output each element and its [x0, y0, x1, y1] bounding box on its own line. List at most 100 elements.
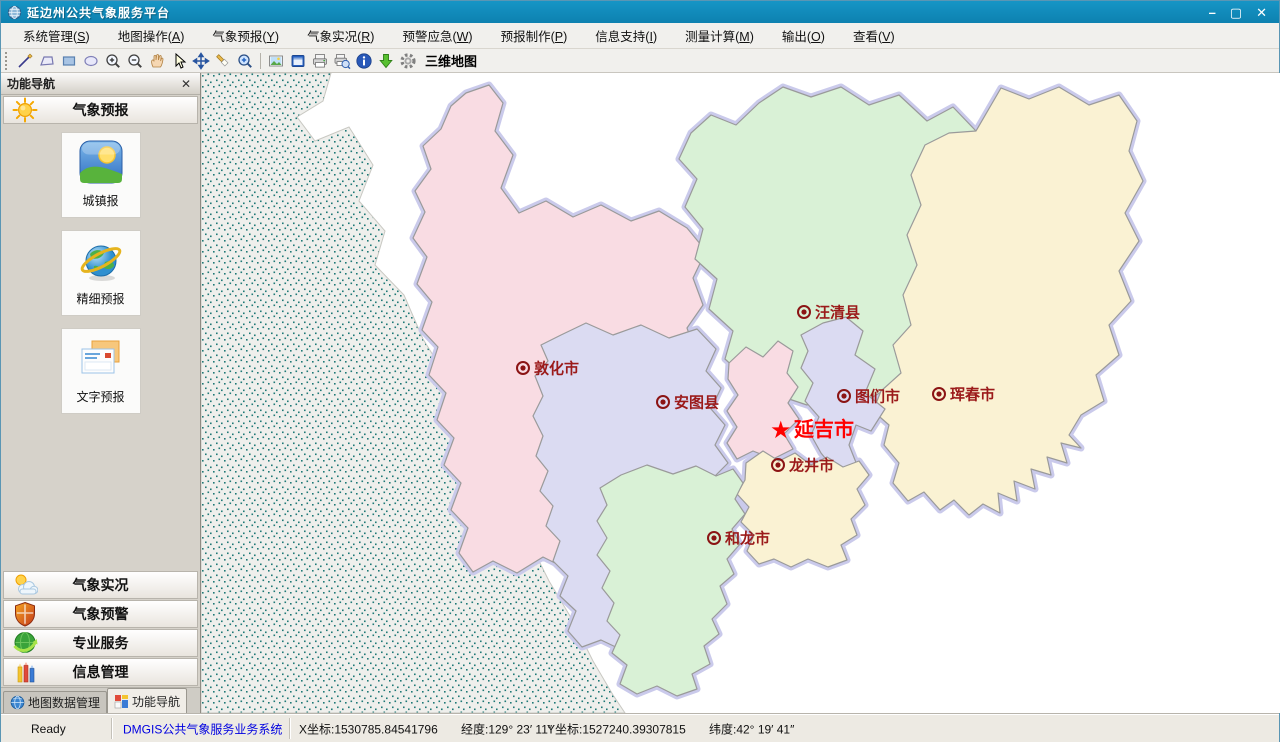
polygon-icon[interactable] — [36, 51, 58, 71]
zoom-in-icon[interactable] — [102, 51, 124, 71]
city-label: 珲春市 — [950, 386, 995, 404]
window-title: 延边州公共气象服务平台 — [27, 4, 1209, 21]
title-bar: 延边州公共气象服务平台 – ▢ ✕ — [1, 1, 1279, 23]
status-x-coordinate: X坐标:1530785.84541796 — [299, 720, 438, 737]
status-separator — [289, 718, 290, 739]
tab-label: 地图数据管理 — [28, 694, 100, 711]
tab-label: 功能导航 — [132, 693, 180, 710]
status-separator — [111, 718, 112, 739]
minimize-button[interactable]: – — [1209, 6, 1216, 19]
sidebar-bottom-sections: 气象实况气象预警专业服务信息管理 — [1, 570, 200, 687]
toolbar-grip[interactable] — [5, 52, 10, 70]
app-globe-icon — [7, 5, 22, 20]
main-area: 功能导航 ✕ 气象预报 — [1, 73, 1280, 713]
city-yanji: ★延吉市 — [770, 417, 854, 444]
sidebar-tab-bar: 地图数据管理 功能导航 — [1, 687, 200, 713]
city-label: 延吉市 — [793, 417, 854, 441]
menu-item-view[interactable]: 查看(V) — [839, 22, 909, 49]
move-icon[interactable] — [190, 51, 212, 71]
weather-warning-section[interactable]: 气象预警 — [3, 600, 198, 628]
city-marker-dot — [936, 391, 941, 396]
menu-item-warning-emergency[interactable]: 预警应急(W) — [388, 22, 486, 49]
city-marker-dot — [711, 535, 716, 540]
map-canvas[interactable]: 汪清县敦化市安图县 图们市 珲春市 ★延吉市龙井市和龙市 — [201, 73, 1280, 713]
download-icon[interactable] — [375, 51, 397, 71]
button-label: 城镇报 — [82, 192, 118, 209]
professional-service-section[interactable]: 专业服务 — [3, 629, 198, 657]
info-icon[interactable] — [353, 51, 375, 71]
section-weather-forecast[interactable]: 气象预报 — [3, 96, 198, 124]
function-nav-tab[interactable]: 功能导航 — [107, 688, 187, 713]
sidebar-panel: 功能导航 ✕ 气象预报 — [1, 73, 201, 713]
capital-star-icon: ★ — [770, 417, 792, 444]
shield-icon — [12, 601, 38, 627]
maximize-button[interactable]: ▢ — [1230, 6, 1242, 19]
panel-close-icon[interactable]: ✕ — [178, 77, 194, 91]
city-marker-dot — [660, 399, 665, 404]
text-forecast-button[interactable]: 文字预报 — [61, 328, 141, 414]
zoom-out-icon[interactable] — [124, 51, 146, 71]
menu-item-weather-forecast[interactable]: 气象预报(Y) — [198, 22, 293, 49]
menu-bar: 系统管理(S)地图操作(A)气象预报(Y)气象实况(R)预警应急(W)预报制作(… — [1, 23, 1279, 49]
status-ready: Ready — [31, 722, 66, 736]
city-label: 和龙市 — [725, 530, 770, 548]
city-label: 敦化市 — [534, 360, 579, 378]
panel-header: 功能导航 ✕ — [1, 73, 200, 95]
button-label: 文字预报 — [76, 388, 124, 405]
ellipse-icon[interactable] — [80, 51, 102, 71]
city-marker-dot — [520, 365, 525, 370]
status-longitude: 经度:129° 23′ 11″ — [461, 720, 552, 737]
globe-ring-icon — [77, 236, 125, 284]
menu-item-system-management[interactable]: 系统管理(S) — [9, 22, 104, 49]
button-label: 精细预报 — [76, 290, 124, 307]
print-icon[interactable] — [309, 51, 331, 71]
map-3d-label[interactable]: 三维地图 — [425, 51, 477, 70]
town-forecast-button[interactable]: 城镇报 — [61, 132, 141, 218]
rectangle-icon[interactable] — [58, 51, 80, 71]
info-management-section[interactable]: 信息管理 — [3, 658, 198, 686]
tab-panel-icon — [114, 694, 129, 709]
select-icon[interactable] — [168, 51, 190, 71]
clear-icon[interactable] — [212, 51, 234, 71]
status-bar: Ready DMGIS公共气象服务业务系统 X坐标:1530785.845417… — [1, 713, 1279, 742]
settings-icon[interactable] — [397, 51, 419, 71]
toolbar: 三维地图 — [1, 49, 1279, 73]
city-label: 安图县 — [674, 394, 719, 412]
forecast-buttons-area: 城镇报精细预报文字预报 — [1, 124, 200, 570]
fine-forecast-button[interactable]: 精细预报 — [61, 230, 141, 316]
window-controls: – ▢ ✕ — [1209, 6, 1273, 19]
menu-item-output[interactable]: 输出(O) — [768, 22, 839, 49]
zoom-full-icon[interactable] — [234, 51, 256, 71]
city-marker-dot — [775, 462, 780, 467]
status-latitude: 纬度:42° 19′ 41″ — [709, 720, 794, 737]
weather-live-section[interactable]: 气象实况 — [3, 571, 198, 599]
city-label: 图们市 — [855, 388, 900, 406]
status-y-coordinate: Y坐标:1527240.39307815 — [547, 720, 686, 737]
tab-globe-icon — [10, 695, 25, 710]
pencils-icon — [12, 659, 38, 685]
map-data-tab[interactable]: 地图数据管理 — [3, 691, 107, 713]
pan-icon[interactable] — [146, 51, 168, 71]
menu-item-info-support[interactable]: 信息支持(I) — [581, 22, 671, 49]
window-icon[interactable] — [287, 51, 309, 71]
city-label: 汪清县 — [815, 304, 860, 322]
city-label: 龙井市 — [788, 457, 834, 475]
menu-item-weather-live[interactable]: 气象实况(R) — [293, 22, 388, 49]
application-window: 延边州公共气象服务平台 –▢✕ 系统管理(S)地图操作(A)气象预报(Y)气象实… — [0, 0, 1280, 742]
panel-title: 功能导航 — [7, 75, 178, 92]
green-globe-icon — [12, 630, 38, 656]
text-doc-icon — [77, 334, 125, 382]
print-preview-icon[interactable] — [331, 51, 353, 71]
draw-line-icon[interactable] — [14, 51, 36, 71]
close-button[interactable]: ✕ — [1256, 6, 1267, 19]
menu-item-measure-calc[interactable]: 测量计算(M) — [671, 22, 768, 49]
image-export-icon[interactable] — [265, 51, 287, 71]
city-marker-dot — [841, 393, 846, 398]
sun-icon — [12, 97, 38, 123]
menu-item-forecast-production[interactable]: 预报制作(P) — [487, 22, 582, 49]
status-system-name: DMGIS公共气象服务业务系统 — [123, 720, 282, 737]
menu-item-map-operation[interactable]: 地图操作(A) — [104, 22, 199, 49]
town-icon — [77, 138, 125, 186]
sun-cloud-icon — [12, 572, 38, 598]
toolbar-separator — [260, 53, 261, 69]
